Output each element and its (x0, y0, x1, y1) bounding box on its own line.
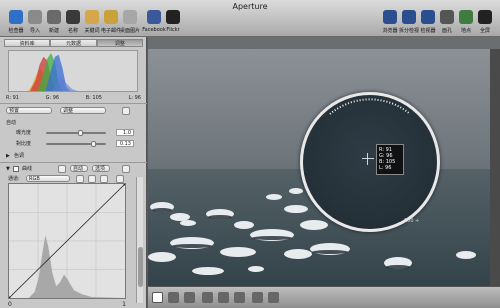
straighten-icon[interactable] (202, 292, 213, 303)
exposure-label: 曝光度 (16, 130, 32, 136)
fullscreen-icon (478, 10, 492, 24)
rotate-right-icon[interactable] (184, 292, 195, 303)
email-icon (104, 10, 118, 24)
desktop-picture-icon (123, 10, 137, 24)
add-point-icon[interactable] (116, 175, 124, 183)
lift-stamp-icon[interactable] (268, 292, 279, 303)
crosshair-icon (367, 153, 368, 165)
curves-range: 0 1 (8, 301, 126, 308)
tab-metadata[interactable]: 元数据 (50, 39, 97, 47)
loupe-l: L: 96 (379, 165, 392, 171)
exposure-knob[interactable] (78, 130, 83, 136)
preset-row: 预置 调整 (4, 106, 143, 116)
adjust-popup[interactable]: 调整 (60, 107, 106, 114)
toolbar-fullscreen-button[interactable]: 全屏 (473, 10, 497, 34)
divider (0, 103, 147, 104)
flickr-icon (166, 10, 180, 24)
loupe-text-arc (329, 98, 411, 115)
section-label: 自动 (6, 120, 17, 126)
toolbar-label: Flickr (166, 27, 180, 33)
browser-icon (383, 10, 397, 24)
undo-icon[interactable] (58, 165, 66, 173)
readout-l: L: 96 (128, 95, 141, 101)
curves-graph[interactable] (8, 183, 126, 299)
disclosure-triangle-icon[interactable]: ▼ (6, 164, 10, 174)
tab-adjustments[interactable]: 调整 (96, 39, 143, 47)
viewer-scrollbar[interactable] (490, 49, 500, 286)
retouch-icon[interactable] (234, 292, 245, 303)
readout-b: B: 105 (85, 95, 102, 101)
inspector-icon (9, 10, 23, 24)
inspector-scrollbar[interactable] (136, 177, 143, 303)
crop-icon[interactable] (218, 292, 229, 303)
readout-r: R: 91 (6, 95, 19, 101)
tool-strip (148, 286, 500, 308)
toolbar-flickr-button[interactable]: Flickr (156, 10, 190, 33)
curves-label: 曲线 (22, 166, 33, 172)
white-eyedropper-icon[interactable] (100, 175, 108, 183)
scroll-thumb[interactable] (138, 247, 143, 287)
histogram-readout: R: 91 G: 96 B: 105 L: 96 (6, 95, 141, 101)
gear-icon[interactable] (122, 165, 130, 173)
contrast-field[interactable]: 0.13 (116, 140, 134, 147)
curve-max-label: 1 (122, 301, 126, 308)
rotate-left-icon[interactable] (168, 292, 179, 303)
loupe-readout: R: 91 G: 96 B: 105 L: 96 (376, 144, 404, 175)
contrast-slider-row: 對比度 0.13 (4, 139, 143, 149)
histogram (8, 50, 138, 92)
title-bar: Aperture 检查器 导入 新建 名称 关键词 电子邮件 桌面图片 Facebook Fli… (0, 0, 500, 37)
exposure-slider-row: 曝光度 1.0 (4, 128, 143, 138)
preset-popup[interactable]: 预置 (6, 107, 52, 114)
gear-icon[interactable] (122, 107, 130, 115)
contrast-track[interactable] (46, 143, 106, 145)
crosshair-icon (362, 158, 374, 159)
gray-eyedropper-icon[interactable] (88, 175, 96, 183)
keyword-icon (85, 10, 99, 24)
inspector-tabs: 资料库 元数据 调整 (4, 39, 143, 47)
auto-button[interactable]: 自动 (70, 165, 88, 172)
inspector-panel: 资料库 元数据 调整 R: 91 G: 96 B: 105 L: 96 预置 调… (0, 37, 147, 308)
tint-label: 色调 (14, 153, 25, 159)
exposure-track[interactable] (46, 132, 106, 134)
curves-header: ▼ 曲线 自动 选项 (4, 164, 143, 174)
contrast-knob[interactable] (91, 141, 97, 147)
loupe-zoom[interactable]: 100 ÷ (404, 218, 419, 224)
selection-tool-icon[interactable] (152, 292, 163, 303)
exposure-field[interactable]: 1.0 (116, 129, 134, 136)
new-icon (47, 10, 61, 24)
toolbar-label: 全屏 (479, 28, 490, 34)
tab-library[interactable]: 资料库 (4, 39, 51, 47)
curve-min-label: 0 (8, 301, 12, 308)
contrast-label: 對比度 (16, 141, 32, 147)
options-button[interactable]: 选项 (92, 165, 110, 172)
faces-icon (66, 10, 80, 24)
divider (0, 162, 147, 163)
disclosure-triangle-icon[interactable]: ▶ (6, 151, 10, 161)
faces-view-icon (440, 10, 454, 24)
black-eyedropper-icon[interactable] (76, 175, 84, 183)
split-view-icon (402, 10, 416, 24)
checkbox[interactable] (13, 166, 19, 172)
import-icon (28, 10, 42, 24)
tint-row: ▶ 色调 (4, 151, 143, 161)
viewer-icon (421, 10, 435, 24)
exposure-row: 自动 (4, 118, 143, 128)
readout-g: G: 96 (45, 95, 60, 101)
channel-popup[interactable]: RGB (26, 175, 70, 182)
places-icon (459, 10, 473, 24)
red-eye-icon[interactable] (252, 292, 263, 303)
